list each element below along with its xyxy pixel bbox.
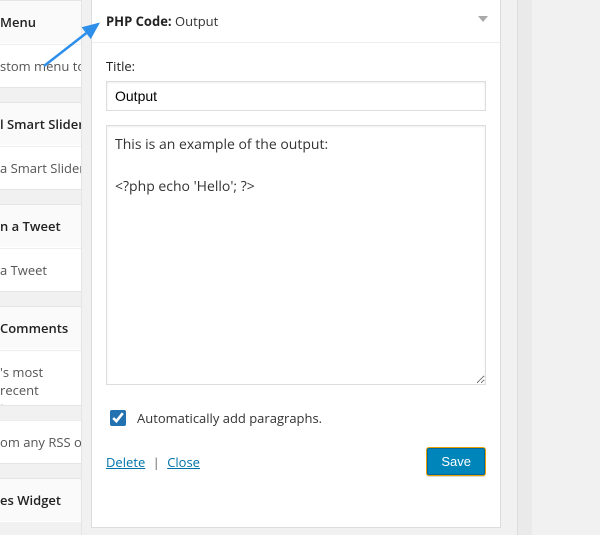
sidebar-item-es-widget[interactable]: es Widget bbox=[0, 478, 81, 522]
title-label: Title: bbox=[106, 57, 486, 75]
sidebar-item-desc: om any RSS or bbox=[0, 420, 81, 464]
save-button[interactable]: Save bbox=[426, 447, 486, 476]
delete-link[interactable]: Delete bbox=[106, 453, 145, 471]
sidebar-item-tweet[interactable]: n a Tweet bbox=[0, 204, 81, 248]
auto-paragraphs-label: Automatically add paragraphs. bbox=[137, 409, 322, 427]
widget-editor-panel: PHP Code: Output Title: This is an examp… bbox=[91, 0, 501, 528]
page-background bbox=[532, 0, 600, 535]
widget-heading-title: Output bbox=[175, 12, 218, 30]
sidebar-item-smart-slider[interactable]: l Smart Slider bbox=[0, 102, 81, 146]
sidebar-item-desc: stom menu to j bbox=[0, 44, 81, 88]
title-input[interactable] bbox=[106, 81, 486, 111]
sidebar-item-comments[interactable]: Comments bbox=[0, 306, 81, 350]
sidebar-item-desc: a Smart Slider bbox=[0, 146, 81, 190]
close-link[interactable]: Close bbox=[167, 453, 200, 471]
widget-heading-name: PHP Code: bbox=[106, 12, 172, 30]
auto-paragraphs-checkbox[interactable] bbox=[110, 410, 126, 426]
sidebar-item-menu[interactable]: Menu bbox=[0, 0, 81, 44]
widget-list-sidebar: Menu stom menu to j l Smart Slider a Sma… bbox=[0, 0, 82, 535]
sidebar-drop-zone-edge bbox=[517, 0, 532, 535]
separator: | bbox=[153, 453, 160, 471]
sidebar-item-desc: 's most recent ts. bbox=[0, 350, 81, 406]
php-code-textarea[interactable]: This is an example of the output: <?php … bbox=[106, 125, 486, 385]
collapse-icon[interactable] bbox=[478, 16, 488, 22]
widget-header[interactable]: PHP Code: Output bbox=[92, 0, 500, 43]
sidebar-item-desc: a Tweet bbox=[0, 248, 81, 292]
